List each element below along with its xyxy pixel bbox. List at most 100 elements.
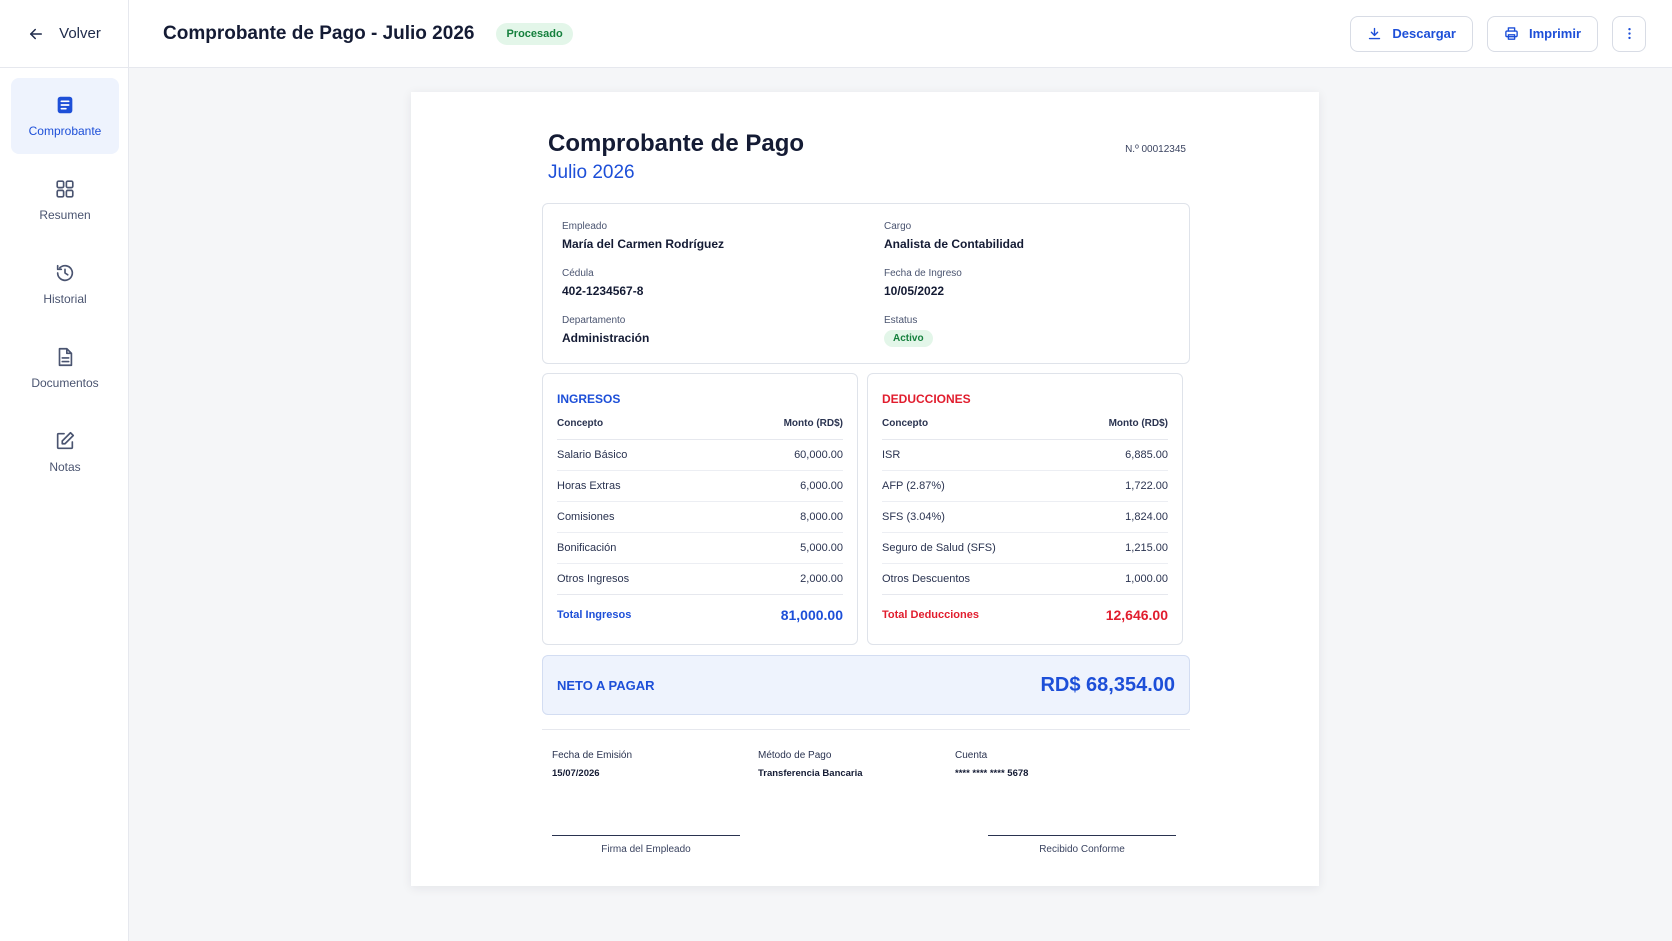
sidebar-item-historial[interactable]: Historial <box>11 246 119 322</box>
income-total-label: Total Ingresos <box>557 609 632 621</box>
income-table-header: Concepto Monto (RD$) <box>557 418 843 440</box>
download-button[interactable]: Descargar <box>1350 15 1473 52</box>
employee-status-badge: Activo <box>884 330 933 347</box>
deductions-table: DEDUCCIONES Concepto Monto (RD$) ISR 6,88… <box>867 373 1183 645</box>
deductions-rows: ISR 6,885.00 AFP (2.87%) 1,722.00 SFS (3.0… <box>882 440 1168 595</box>
row-amount: 60,000.00 <box>794 449 843 461</box>
sidebar-item-documentos[interactable]: Documentos <box>11 330 119 406</box>
sidebar-item-label: Documentos <box>31 376 99 390</box>
net-pay-value: RD$ 68,354.00 <box>1040 673 1175 696</box>
field-label: Fecha de Ingreso <box>884 268 962 279</box>
row-concept: Otros Descuentos <box>882 573 971 585</box>
sidebar-item-comprobante[interactable]: Comprobante <box>11 78 119 154</box>
employee-department: Administración <box>562 331 650 345</box>
printer-icon <box>1505 27 1518 40</box>
employee-id: 402-1234567-8 <box>562 284 644 298</box>
page-title: Comprobante de Pago - Julio 2026 <box>163 22 475 44</box>
row-concept: ISR <box>882 449 901 461</box>
id-field: Cédula 402-1234567-8 <box>562 268 643 298</box>
received-signature: Recibido Conforme <box>988 835 1176 855</box>
deductions-total-label: Total Deducciones <box>882 609 979 621</box>
status-badge: Procesado <box>496 22 573 45</box>
document-title: Comprobante de Pago <box>548 130 805 157</box>
department-field: Departamento Administración <box>562 315 649 345</box>
row-amount: 2,000.00 <box>800 573 843 585</box>
field-label: Método de Pago <box>758 750 832 761</box>
more-vertical-icon <box>1627 27 1631 40</box>
arrow-left-icon <box>30 28 43 39</box>
row-amount: 1,000.00 <box>1125 573 1168 585</box>
employee-signature: Firma del Empleado <box>552 835 740 855</box>
table-row: Bonificación 5,000.00 <box>557 533 843 564</box>
row-amount: 5,000.00 <box>800 542 843 554</box>
signature-line <box>552 835 740 836</box>
field-label: Cuenta <box>955 750 988 761</box>
hire-date-field: Fecha de Ingreso 10/05/2022 <box>884 268 962 298</box>
status-field: Estatus Activo <box>884 315 933 347</box>
field-label: Cédula <box>562 268 594 279</box>
row-concept: Seguro de Salud (SFS) <box>882 542 996 554</box>
document-number: N.º 00012345 <box>1125 144 1186 155</box>
employee-name: María del Carmen Rodríguez <box>562 237 725 251</box>
position-field: Cargo Analista de Contabilidad <box>884 221 1024 251</box>
row-concept: Bonificación <box>557 542 617 554</box>
back-button[interactable]: Volver <box>0 0 129 68</box>
field-label: Cargo <box>884 221 912 232</box>
table-row: ISR 6,885.00 <box>882 440 1168 471</box>
field-label: Fecha de Emisión <box>552 750 633 761</box>
row-concept: Comisiones <box>557 511 615 523</box>
row-amount: 6,000.00 <box>800 480 843 492</box>
table-row: Comisiones 8,000.00 <box>557 502 843 533</box>
field-label: Departamento <box>562 315 626 326</box>
sidebar-item-notas[interactable]: Notas <box>11 414 119 490</box>
row-concept: Horas Extras <box>557 480 621 492</box>
deductions-total-row: Total Deducciones 12,646.00 <box>882 595 1168 635</box>
payment-method-field: Método de Pago Transferencia Bancaria <box>758 750 863 779</box>
account-number: **** **** **** 5678 <box>955 768 1029 779</box>
issue-date: 15/07/2026 <box>552 768 600 779</box>
sidebar-item-label: Resumen <box>39 208 91 222</box>
column-header-amount: Monto (RD$) <box>1108 418 1168 429</box>
signature-label: Firma del Empleado <box>601 844 691 855</box>
payslip-document: Comprobante de Pago Julio 2026 N.º 00012… <box>411 92 1319 886</box>
table-row: Seguro de Salud (SFS) 1,215.00 <box>882 533 1168 564</box>
row-amount: 1,722.00 <box>1125 480 1168 492</box>
row-amount: 1,824.00 <box>1125 511 1168 523</box>
back-label: Volver <box>59 25 101 42</box>
column-header-concept: Concepto <box>882 418 929 429</box>
download-label: Descargar <box>1392 26 1456 41</box>
divider <box>542 729 1190 730</box>
employee-info-card: Empleado María del Carmen Rodríguez Carg… <box>542 203 1190 364</box>
table-row: SFS (3.04%) 1,824.00 <box>882 502 1168 533</box>
table-row: Salario Básico 60,000.00 <box>557 440 843 471</box>
sidebar: Comprobante Resumen Historial Documentos… <box>0 68 129 941</box>
employee-hire-date: 10/05/2022 <box>884 284 945 298</box>
issue-date-field: Fecha de Emisión 15/07/2026 <box>552 750 632 779</box>
table-row: AFP (2.87%) 1,722.00 <box>882 471 1168 502</box>
payment-method: Transferencia Bancaria <box>758 768 863 779</box>
income-rows: Salario Básico 60,000.00 Horas Extras 6,00… <box>557 440 843 595</box>
sidebar-item-label: Comprobante <box>28 124 102 138</box>
row-concept: Salario Básico <box>557 449 628 461</box>
sidebar-item-label: Notas <box>49 460 81 474</box>
row-amount: 8,000.00 <box>800 511 843 523</box>
income-total-row: Total Ingresos 81,000.00 <box>557 595 843 635</box>
row-concept: Otros Ingresos <box>557 573 630 585</box>
deductions-total-value: 12,646.00 <box>1105 607 1168 623</box>
sidebar-item-resumen[interactable]: Resumen <box>11 162 119 238</box>
row-amount: 6,885.00 <box>1125 449 1168 461</box>
row-concept: SFS (3.04%) <box>882 511 945 523</box>
signature-line <box>988 835 1176 836</box>
column-header-amount: Monto (RD$) <box>783 418 843 429</box>
sidebar-item-label: Historial <box>43 292 87 306</box>
more-options-button[interactable] <box>1612 15 1646 52</box>
net-pay-label: NETO A PAGAR <box>557 677 655 693</box>
table-row: Otros Descuentos 1,000.00 <box>882 564 1168 595</box>
print-button[interactable]: Imprimir <box>1486 15 1598 52</box>
income-title: INGRESOS <box>557 392 621 406</box>
grid-icon <box>56 180 74 198</box>
income-table: INGRESOS Concepto Monto (RD$) Salario Bá… <box>542 373 858 645</box>
receipt-icon <box>57 96 73 114</box>
deductions-table-header: Concepto Monto (RD$) <box>882 418 1168 440</box>
income-total-value: 81,000.00 <box>780 607 843 623</box>
